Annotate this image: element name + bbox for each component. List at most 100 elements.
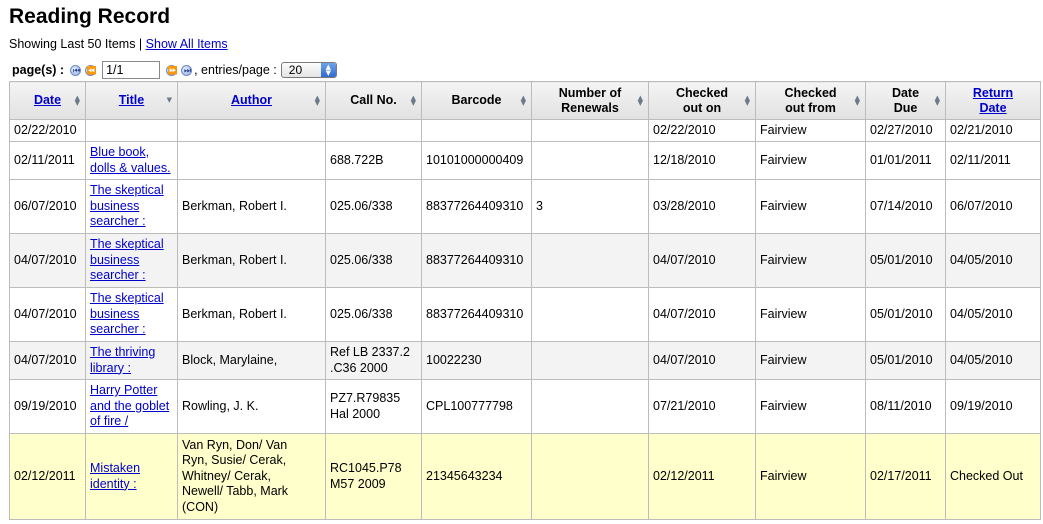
- cell-date: 09/19/2010: [9, 379, 86, 434]
- cell-checked-out-on: 02/22/2010: [648, 119, 756, 142]
- cell-checked-out-on: 04/07/2010: [648, 341, 756, 380]
- cell-author: Van Ryn, Don/ Van Ryn, Susie/ Cerak, Whitn…: [177, 433, 326, 520]
- previous-page-icon[interactable]: ⏪: [85, 64, 97, 76]
- cell-checked-out-from: Fairview: [755, 119, 866, 142]
- cell-barcode: 10022230: [421, 341, 532, 380]
- callno-header-label: Call No.: [350, 93, 397, 107]
- title-link[interactable]: Harry Potter and the goblet of fire /: [90, 383, 169, 428]
- barcode-header-label: Barcode: [451, 93, 502, 107]
- cell-title: Blue book, dolls & values.: [85, 141, 178, 180]
- cell-date: 04/07/2010: [9, 233, 86, 288]
- page-number-input[interactable]: [102, 61, 161, 79]
- cell-date-due: 07/14/2010: [865, 179, 946, 234]
- col-header-author[interactable]: Author ▲ ▼: [177, 81, 326, 120]
- col-header-callno[interactable]: Call No. ▲ ▼: [325, 81, 422, 120]
- col-header-return-date[interactable]: Return Date: [945, 81, 1041, 120]
- cell-barcode: 88377264409310: [421, 287, 532, 342]
- cell-return-date: Checked Out: [945, 433, 1041, 520]
- showing-info: Showing Last 50 Items | Show All Items: [9, 37, 228, 51]
- cell-renewals: [531, 233, 649, 288]
- cell-callno: Ref LB 2337.2 .C36 2000: [325, 341, 422, 380]
- cell-callno: 688.722B: [325, 141, 422, 180]
- sort-icon: ▲ ▼: [520, 94, 526, 107]
- next-page-icon[interactable]: ⏩: [166, 64, 178, 76]
- cell-barcode: 88377264409310: [421, 233, 532, 288]
- cell-author: [177, 141, 326, 180]
- sort-title-link[interactable]: Title: [119, 93, 144, 107]
- cell-checked-out-from: Fairview: [755, 341, 866, 380]
- col-header-renewals[interactable]: Number of Renewals ▲ ▼: [531, 81, 649, 120]
- sort-date-link[interactable]: Date: [34, 93, 61, 107]
- cell-return-date: 04/05/2010: [945, 287, 1041, 342]
- checkedout-header-line2: out on: [682, 100, 722, 115]
- cell-renewals: [531, 287, 649, 342]
- cell-date-due: 05/01/2010: [865, 287, 946, 342]
- table-row: 09/19/2010 Harry Potter and the goblet of …: [9, 379, 1041, 434]
- cell-title: The skeptical business searcher :: [85, 179, 178, 234]
- cell-return-date: 02/11/2011: [945, 141, 1041, 180]
- title-link[interactable]: The skeptical business searcher :: [90, 183, 164, 228]
- cell-date: 02/11/2011: [9, 141, 86, 180]
- cell-callno: 025.06/338: [325, 233, 422, 288]
- title-link[interactable]: The thriving library :: [90, 345, 155, 375]
- checkedfrom-header-line2: out from: [785, 100, 836, 115]
- cell-checked-out-from: Fairview: [755, 379, 866, 434]
- cell-title: The skeptical business searcher :: [85, 287, 178, 342]
- cell-checked-out-on: 04/07/2010: [648, 233, 756, 288]
- first-page-icon[interactable]: ⏮: [70, 64, 82, 76]
- pager: page(s) : ⏮ ⏪ ⏩ ⏭ , entries/page : 20 ▲▼: [12, 60, 337, 80]
- cell-callno: [325, 119, 422, 142]
- cell-date-due: 02/27/2010: [865, 119, 946, 142]
- checkedfrom-header-line1: Checked: [784, 85, 837, 100]
- cell-title: Mistaken identity :: [85, 433, 178, 520]
- page-title: Reading Record: [9, 5, 171, 28]
- showing-text: Showing Last 50 Items |: [9, 37, 143, 51]
- cell-return-date: 06/07/2010: [945, 179, 1041, 234]
- last-page-icon[interactable]: ⏭: [181, 64, 193, 76]
- title-link[interactable]: Blue book, dolls & values.: [90, 145, 171, 175]
- col-header-barcode[interactable]: Barcode ▲ ▼: [421, 81, 532, 120]
- cell-return-date: 09/19/2010: [945, 379, 1041, 434]
- table-header-row: Date ▲ ▼ Title ▼ Author ▲ ▼ Call No. ▲ ▼ Ba…: [9, 81, 1041, 120]
- cell-title: [85, 119, 178, 142]
- cell-date: 06/07/2010: [9, 179, 86, 234]
- title-link[interactable]: The skeptical business searcher :: [90, 291, 164, 336]
- title-link[interactable]: Mistaken identity :: [90, 461, 140, 491]
- cell-author: Berkman, Robert I.: [177, 287, 326, 342]
- table-row: 06/07/2010 The skeptical business searcher…: [9, 179, 1041, 234]
- cell-return-date: 02/21/2010: [945, 119, 1041, 142]
- cell-renewals: [531, 433, 649, 520]
- cell-author: Berkman, Robert I.: [177, 179, 326, 234]
- cell-checked-out-from: Fairview: [755, 233, 866, 288]
- col-header-checked-out-from[interactable]: Checked out from ▲ ▼: [755, 81, 866, 120]
- cell-author: Block, Marylaine,: [177, 341, 326, 380]
- cell-date: 02/12/2011: [9, 433, 86, 520]
- cell-renewals: 3: [531, 179, 649, 234]
- cell-date-due: 05/01/2010: [865, 341, 946, 380]
- table-row: 04/07/2010 The skeptical business searcher…: [9, 233, 1041, 288]
- sort-return-date-link[interactable]: Return Date: [973, 86, 1013, 115]
- cell-return-date: 04/05/2010: [945, 341, 1041, 380]
- cell-title: The skeptical business searcher :: [85, 233, 178, 288]
- table-row: 04/07/2010 The skeptical business searcher…: [9, 287, 1041, 342]
- cell-author: Rowling, J. K.: [177, 379, 326, 434]
- col-header-checked-out-on[interactable]: Checked out on ▲ ▼: [648, 81, 756, 120]
- cell-date-due: 05/01/2010: [865, 233, 946, 288]
- cell-renewals: [531, 341, 649, 380]
- show-all-items-link[interactable]: Show All Items: [146, 37, 228, 51]
- col-header-date-due[interactable]: Date Due ▲ ▼: [865, 81, 946, 120]
- table-row: 02/12/2011 Mistaken identity : Van Ryn, D…: [9, 433, 1041, 520]
- cell-callno: PZ7.R79835 Hal 2000: [325, 379, 422, 434]
- sort-author-link[interactable]: Author: [231, 93, 272, 107]
- entries-label: , entries/page :: [194, 63, 277, 77]
- cell-renewals: [531, 141, 649, 180]
- title-link[interactable]: The skeptical business searcher :: [90, 237, 164, 282]
- entries-per-page-select[interactable]: 20 ▲ ▼: [280, 62, 337, 78]
- cell-author: [177, 119, 326, 142]
- select-arrows-icon: ▲ ▼: [320, 63, 336, 77]
- col-header-title[interactable]: Title ▼: [85, 81, 178, 120]
- cell-checked-out-on: 02/12/2011: [648, 433, 756, 520]
- col-header-date[interactable]: Date ▲ ▼: [9, 81, 86, 120]
- sort-descending-icon: ▼: [166, 96, 172, 104]
- cell-date-due: 08/11/2010: [865, 379, 946, 434]
